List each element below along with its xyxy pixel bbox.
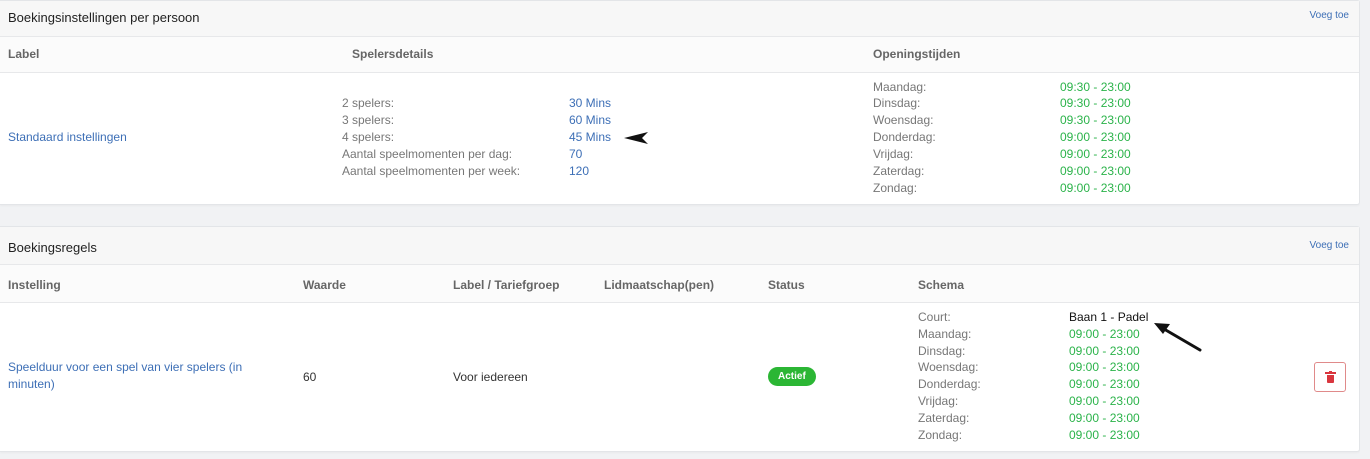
rule-setting-line: Speelduur voor een spel van vier spelers…: [8, 360, 243, 374]
court-key: Court:: [918, 310, 951, 324]
schedule-time: 09:00 - 23:00: [1069, 411, 1140, 425]
hours-time: 09:00 - 23:00: [1060, 147, 1131, 161]
schedule-day: Dinsdag:: [918, 344, 966, 358]
rule-value: 60: [303, 370, 317, 384]
col-status: Status: [768, 278, 805, 292]
col-setting: Instelling: [8, 278, 61, 292]
status-badge: Actief: [768, 367, 816, 386]
card-header: Boekingsregels Voeg toe: [0, 227, 1359, 265]
delete-rule-button[interactable]: [1314, 362, 1346, 392]
col-membership: Lidmaatschap(pen): [604, 278, 715, 292]
hours-day: Vrijdag:: [873, 147, 914, 161]
annotation-arrow-left-icon: [624, 132, 648, 144]
col-label: Label: [8, 47, 40, 61]
players-value: 60 Mins: [569, 113, 612, 127]
col-schedule: Schema: [918, 278, 965, 292]
add-setting-link[interactable]: Voeg toe: [1310, 10, 1349, 21]
hours-time: 09:00 - 23:00: [1060, 130, 1131, 144]
schedule-day: Maandag:: [918, 327, 972, 341]
card-title: Boekingsinstellingen per persoon: [8, 10, 200, 25]
hours-day: Zondag:: [873, 181, 918, 195]
hours-time: 09:00 - 23:00: [1060, 181, 1131, 195]
hours-time: 09:30 - 23:00: [1060, 80, 1131, 94]
court-value: Baan 1 - Padel: [1069, 310, 1149, 324]
rule-setting-line: minuten): [8, 377, 55, 391]
card-header: Boekingsinstellingen per persoon Voeg to…: [0, 1, 1359, 37]
schedule-time: 09:00 - 23:00: [1069, 394, 1140, 408]
hours-day: Woensdag:: [873, 113, 934, 127]
players-key: 3 spelers:: [342, 113, 395, 127]
schedule-day: Woensdag:: [918, 360, 979, 374]
schedule-day: Donderdag:: [918, 377, 981, 391]
booking-rules-card: Boekingsregels Voeg toe Instelling Waard…: [0, 226, 1360, 452]
annotation-arrow-up-left-icon: [1154, 323, 1202, 352]
players-value: 30 Mins: [569, 96, 612, 110]
hours-time: 09:30 - 23:00: [1060, 113, 1131, 127]
hours-day: Dinsdag:: [873, 96, 921, 110]
card-title: Boekingsregels: [8, 240, 97, 255]
schedule-time: 09:00 - 23:00: [1069, 360, 1140, 374]
rule-label-group: Voor iedereen: [453, 370, 528, 384]
players-key: 4 spelers:: [342, 130, 395, 144]
schedule-time: 09:00 - 23:00: [1069, 327, 1140, 341]
setting-label-link[interactable]: Standaard instellingen: [8, 130, 127, 144]
rule-setting-link[interactable]: Speelduur voor een spel van vier spelers…: [8, 359, 242, 393]
col-players: Spelersdetails: [352, 47, 434, 61]
col-label-group: Label / Tariefgroep: [453, 278, 560, 292]
players-key: 2 spelers:: [342, 96, 395, 110]
hours-time: 09:30 - 23:00: [1060, 96, 1131, 110]
players-value: 70: [569, 147, 583, 161]
schedule-time: 09:00 - 23:00: [1069, 344, 1140, 358]
schedule-day: Zaterdag:: [918, 411, 970, 425]
hours-day: Zaterdag:: [873, 164, 925, 178]
hours-time: 09:00 - 23:00: [1060, 164, 1131, 178]
table-header: Label Spelersdetails Openingstijden: [0, 37, 1359, 73]
schedule-day: Zondag:: [918, 428, 963, 442]
schedule-time: 09:00 - 23:00: [1069, 428, 1140, 442]
hours-day: Donderdag:: [873, 130, 936, 144]
players-value: 45 Mins: [569, 130, 612, 144]
add-rule-link[interactable]: Voeg toe: [1310, 240, 1349, 251]
schedule-time: 09:00 - 23:00: [1069, 377, 1140, 391]
players-value: 120: [569, 164, 590, 178]
scrollbar-track[interactable]: [1360, 0, 1370, 459]
trash-icon: [1325, 371, 1336, 383]
players-key: Aantal speelmomenten per dag:: [342, 147, 513, 161]
hours-day: Maandag:: [873, 80, 927, 94]
col-value: Waarde: [303, 278, 346, 292]
col-hours: Openingstijden: [873, 47, 961, 61]
table-header: Instelling Waarde Label / Tariefgroep Li…: [0, 265, 1359, 303]
booking-settings-card: Boekingsinstellingen per persoon Voeg to…: [0, 0, 1360, 205]
schedule-day: Vrijdag:: [918, 394, 959, 408]
players-key: Aantal speelmomenten per week:: [342, 164, 521, 178]
